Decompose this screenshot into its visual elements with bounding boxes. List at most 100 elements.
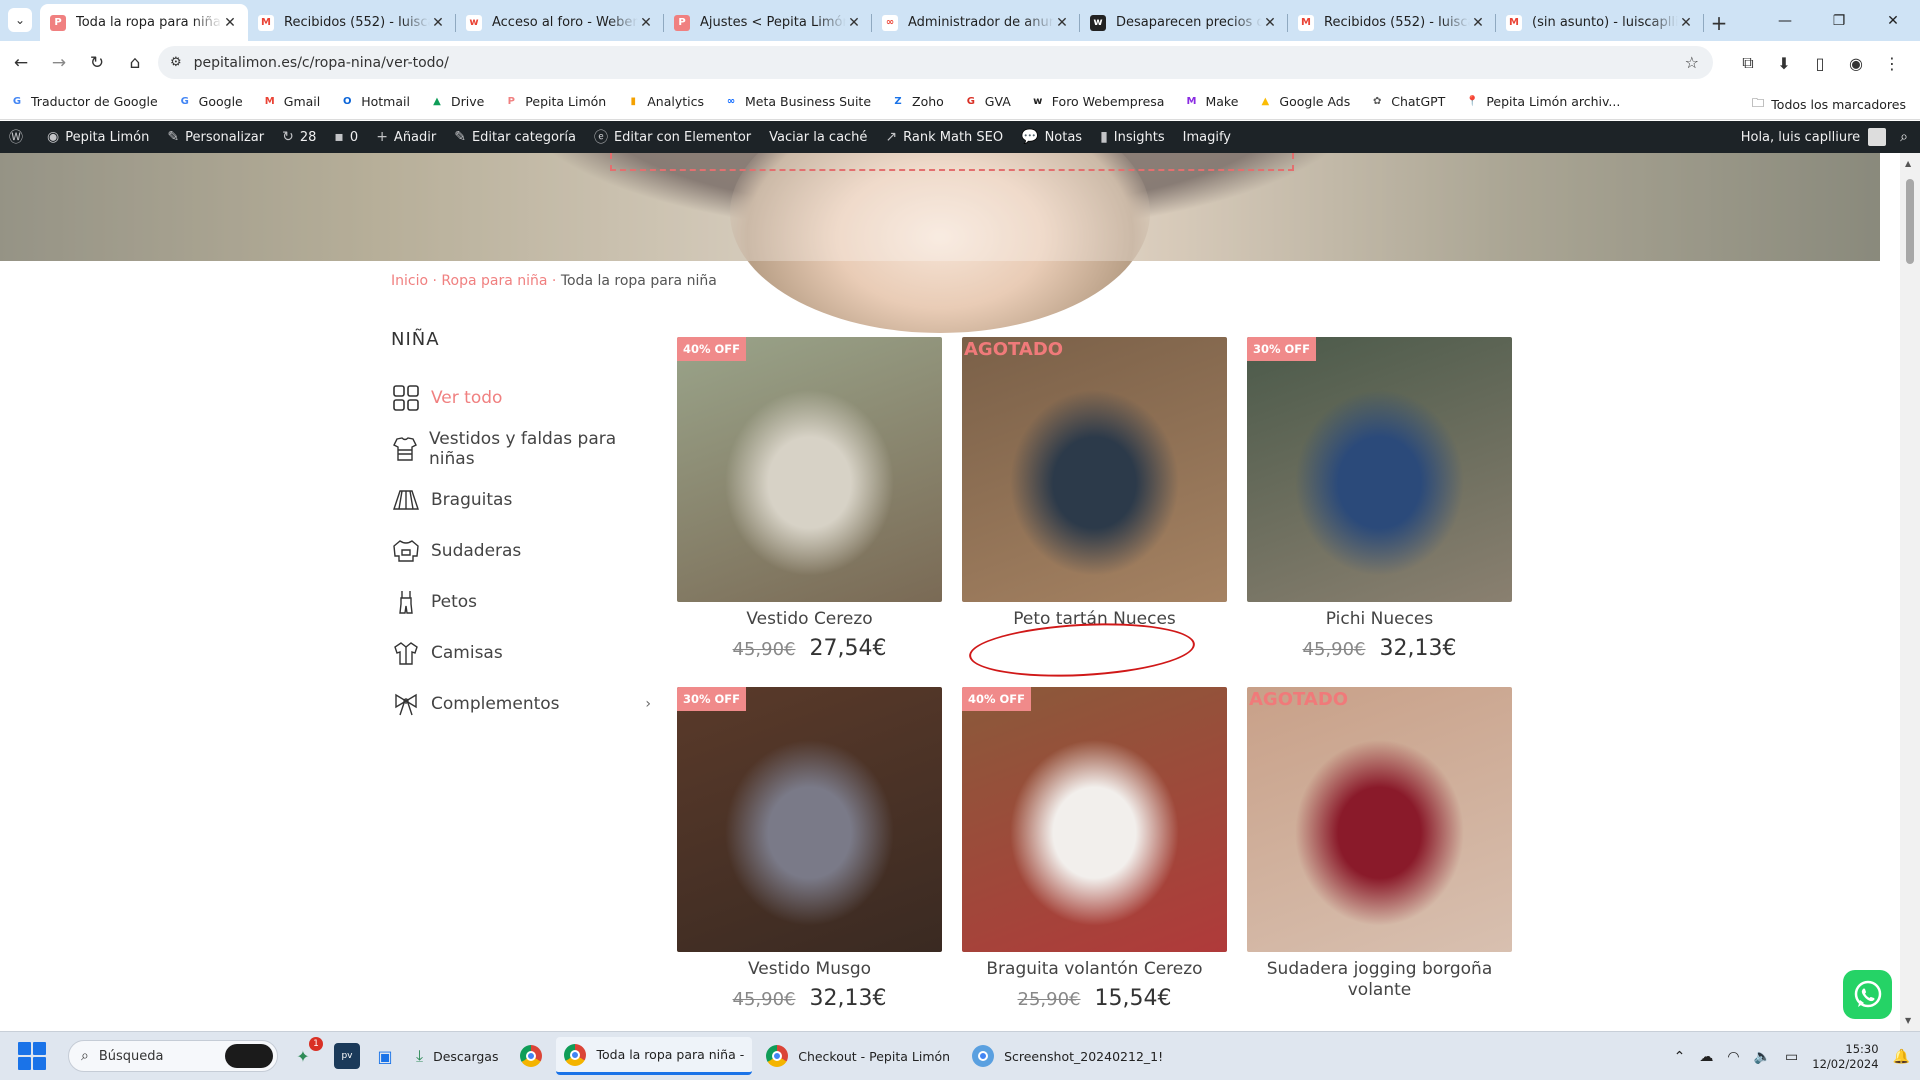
wp-menu-item[interactable]: + Añadir (367, 121, 445, 153)
scroll-down-icon[interactable]: ▼ (1905, 1016, 1911, 1025)
sidebar-item-sudaderas[interactable]: Sudaderas (391, 525, 651, 576)
bookmark-item[interactable]: ▲ Google Ads (1258, 94, 1351, 109)
taskbar-window[interactable]: Toda la ropa para niña - (556, 1037, 753, 1075)
bookmark-item[interactable]: P Pepita Limón (504, 94, 607, 109)
product-image[interactable]: 30% OFF (677, 687, 942, 952)
tab-close-icon[interactable]: ✕ (846, 15, 862, 31)
forward-button[interactable]: → (42, 46, 76, 80)
browser-tab[interactable]: M Recibidos (552) - luiscapll✕ (248, 4, 456, 41)
wp-greeting[interactable]: Hola, luis caplliure (1741, 130, 1860, 145)
product-name[interactable]: Braguita volantón Cerezo (962, 959, 1227, 980)
product-image[interactable]: AGOTADO (962, 337, 1227, 602)
chrome-pinned[interactable] (512, 1037, 550, 1075)
whatsapp-button[interactable] (1843, 970, 1892, 1019)
bookmark-item[interactable]: w Foro Webempresa (1031, 94, 1164, 109)
sidebar-item-braguitas[interactable]: Braguitas (391, 474, 651, 525)
sidebar-item-petos[interactable]: Petos (391, 576, 651, 627)
browser-tab[interactable]: P Ajustes < Pepita Limón —✕ (664, 4, 872, 41)
volume-icon[interactable]: 🔈 (1754, 1049, 1771, 1065)
product-image[interactable]: 40% OFF (677, 337, 942, 602)
wp-menu-item[interactable]: ▪ 0 (325, 121, 367, 153)
taskbar-window[interactable]: Checkout - Pepita Limón (758, 1037, 958, 1075)
product-card[interactable]: 30% OFF Vestido Musgo 45,90€ 32,13€ (677, 687, 942, 1011)
browser-tab[interactable]: P Toda la ropa para niña - P✕ (40, 4, 248, 41)
store-icon[interactable]: ▣ (368, 1039, 402, 1073)
wp-menu-item[interactable]: ↻ 28 (273, 121, 325, 153)
search-icon[interactable]: ⌕ (1900, 129, 1908, 145)
tab-close-icon[interactable]: ✕ (1054, 15, 1070, 31)
scroll-up-icon[interactable]: ▲ (1905, 159, 1911, 168)
prime-video-icon[interactable]: pv (334, 1043, 360, 1069)
browser-tab[interactable]: w Acceso al foro - Webemp ✕ (456, 4, 664, 41)
sidebar-item-vestidos[interactable]: Vestidos y faldas para niñas (391, 423, 651, 474)
bookmark-item[interactable]: G Google (178, 94, 243, 109)
bookmark-item[interactable]: O Hotmail (340, 94, 410, 109)
bookmark-item[interactable]: G GVA (964, 94, 1011, 109)
downloads-folder[interactable]: ⤓ Descargas (408, 1037, 506, 1075)
bookmark-item[interactable]: 📍 Pepita Limón archiv... (1465, 94, 1620, 109)
bookmark-item[interactable]: Z Zoho (891, 94, 943, 109)
download-icon[interactable]: ⬇ (1766, 46, 1802, 80)
bookmark-star-icon[interactable]: ☆ (1685, 53, 1699, 72)
reload-button[interactable]: ↻ (80, 46, 114, 80)
wp-menu-item[interactable]: ✎ Personalizar (158, 121, 273, 153)
notifications-icon[interactable]: 🔔 (1893, 1049, 1910, 1065)
battery-icon[interactable]: ▭ (1785, 1049, 1798, 1065)
wp-menu-item[interactable]: ✎ Editar categoría (445, 121, 585, 153)
bookmark-item[interactable]: ▮ Analytics (626, 94, 704, 109)
wp-menu-item[interactable]: 💬 Notas (1012, 121, 1091, 153)
product-card[interactable]: 40% OFF Braguita volantón Cerezo 25,90€ 15,… (962, 687, 1227, 1011)
minimize-button[interactable]: — (1758, 0, 1812, 41)
wp-menu-item[interactable]: ⓔ Editar con Elementor (585, 121, 760, 153)
address-bar[interactable]: ⚙ pepitalimon.es/c/ropa-nina/ver-todo/ ☆ (158, 46, 1713, 79)
tab-close-icon[interactable]: ✕ (1678, 15, 1694, 31)
profile-icon[interactable]: ◉ (1838, 46, 1874, 80)
product-card[interactable]: 40% OFF Vestido Cerezo 45,90€ 27,54€ (677, 337, 942, 661)
bookmark-item[interactable]: ∞ Meta Business Suite (724, 94, 871, 109)
widgets-icon[interactable]: ✦ 1 (286, 1037, 323, 1073)
chevron-right-icon[interactable]: › (645, 696, 651, 712)
bookmark-item[interactable]: M Gmail (263, 94, 320, 109)
product-image[interactable]: 40% OFF (962, 687, 1227, 952)
chevron-up-icon[interactable]: ⌃ (1674, 1049, 1686, 1065)
breadcrumb-parent[interactable]: Ropa para niña (441, 273, 547, 289)
scroll-thumb[interactable] (1906, 179, 1914, 264)
bookmark-item[interactable]: ▲ Drive (430, 94, 484, 109)
sidebar-item-ver[interactable]: Ver todo (391, 372, 651, 423)
wifi-icon[interactable]: ◠ (1727, 1049, 1739, 1065)
back-button[interactable]: ← (4, 46, 38, 80)
taskbar-search[interactable]: ⌕ Búsqueda (68, 1040, 278, 1072)
tab-close-icon[interactable]: ✕ (430, 15, 446, 31)
browser-tab[interactable]: M (sin asunto) - luiscaplliure✕ (1496, 4, 1704, 41)
menu-icon[interactable]: ⋮ (1874, 46, 1910, 80)
product-name[interactable]: Vestido Musgo (677, 959, 942, 980)
browser-tab[interactable]: w Desaparecen precios de l✕ (1080, 4, 1288, 41)
sidebar-item-camisas[interactable]: Camisas (391, 627, 651, 678)
tab-search-button[interactable]: ⌄ (8, 8, 32, 32)
site-info-icon[interactable]: ⚙ (170, 55, 182, 70)
product-image[interactable]: 30% OFF (1247, 337, 1512, 602)
browser-tab[interactable]: ∞ Administrador de anuncio✕ (872, 4, 1080, 41)
new-tab-button[interactable]: + (1704, 8, 1734, 38)
bookmark-item[interactable]: ✿ ChatGPT (1370, 94, 1445, 109)
avatar[interactable] (1868, 128, 1887, 146)
sidebar-item-complementos[interactable]: Complementos › (391, 678, 651, 729)
bookmark-item[interactable]: M Make (1184, 94, 1238, 109)
tab-close-icon[interactable]: ✕ (1262, 15, 1278, 31)
wp-menu-item[interactable]: Vaciar la caché (760, 121, 876, 153)
browser-tab[interactable]: M Recibidos (552) - luiscapll✕ (1288, 4, 1496, 41)
all-bookmarks[interactable]: 🗀 Todos los marcadores (1752, 94, 1906, 115)
product-image[interactable]: AGOTADO (1247, 687, 1512, 952)
wp-menu-item[interactable]: Imagify (1174, 121, 1240, 153)
bookmark-item[interactable]: G Traductor de Google (10, 94, 158, 109)
onedrive-icon[interactable]: ☁ (1699, 1049, 1713, 1065)
url-text[interactable]: pepitalimon.es/c/ropa-nina/ver-todo/ (194, 55, 1685, 71)
breadcrumb-home[interactable]: Inicio (391, 273, 428, 289)
product-card[interactable]: 30% OFF Pichi Nueces 45,90€ 32,13€ (1247, 337, 1512, 661)
tab-close-icon[interactable]: ✕ (222, 15, 238, 31)
close-window-button[interactable]: ✕ (1866, 0, 1920, 41)
taskbar-window[interactable]: Screenshot_20240212_1! (964, 1037, 1171, 1075)
product-card[interactable]: AGOTADO Sudadera jogging borgoña volante (1247, 687, 1512, 1001)
clock[interactable]: 15:30 12/02/2024 (1812, 1042, 1878, 1072)
extensions-icon[interactable]: ⧉ (1730, 46, 1766, 80)
